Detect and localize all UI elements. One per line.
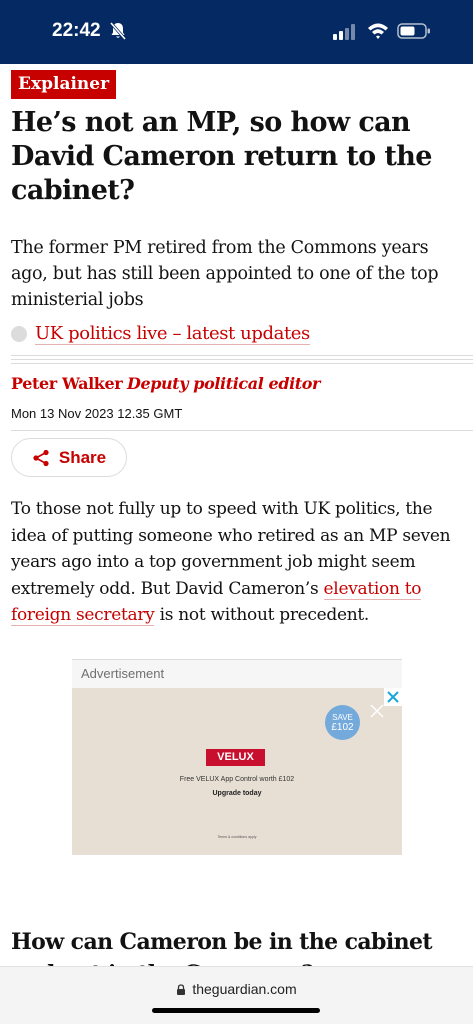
wifi-icon	[368, 23, 388, 39]
article-standfirst: The former PM retired from the Commons y…	[11, 238, 439, 310]
share-button[interactable]: Share	[11, 438, 127, 477]
author-role: Deputy political editor	[126, 374, 321, 393]
article-paragraph: To those not fully up to speed with UK p…	[11, 496, 466, 629]
ad-close-icon[interactable]	[384, 688, 402, 706]
ad-offer-text: Free VELUX App Control worth £102	[179, 776, 295, 783]
advertisement-header: Advertisement	[72, 659, 402, 688]
ad-cta-text[interactable]: Upgrade today	[72, 790, 402, 797]
section-divider	[11, 355, 473, 366]
ad-terms-text: Terms & conditions apply	[217, 835, 257, 839]
battery-icon	[397, 23, 430, 39]
share-label: Share	[58, 447, 107, 467]
live-updates-link[interactable]: UK politics live – latest updates	[11, 320, 431, 348]
live-dot-icon	[11, 326, 27, 342]
paragraph-text-end: is not without precedent.	[154, 605, 370, 625]
article-kicker: Explainer	[11, 70, 117, 99]
bell-slash-icon	[110, 22, 126, 40]
ad-save-badge: SAVE £102	[325, 705, 360, 740]
publish-date: Mon 13 Nov 2023 12.35 GMT	[11, 406, 183, 421]
browser-address-bar[interactable]: theguardian.com	[0, 966, 473, 1024]
lock-icon	[177, 984, 186, 995]
ad-dismiss-icon[interactable]	[370, 704, 384, 718]
home-indicator[interactable]	[152, 1008, 320, 1013]
meta-divider	[11, 430, 473, 431]
ad-badge-line1: SAVE	[332, 713, 353, 722]
url-row: theguardian.com	[0, 981, 473, 997]
url-text: theguardian.com	[192, 981, 297, 997]
live-updates-label: UK politics live – latest updates	[35, 323, 310, 345]
status-bar: 22:42	[0, 0, 473, 64]
share-icon	[33, 449, 49, 466]
article-subheading: How can Cameron be in the cabinet and no…	[11, 929, 433, 968]
advertisement-label: Advertisement	[81, 666, 165, 681]
status-time: 22:42	[52, 20, 101, 41]
byline: Peter Walker Deputy political editor	[11, 374, 466, 398]
author-name[interactable]: Peter Walker	[11, 374, 123, 393]
article-headline: He’s not an MP, so how can David Cameron…	[11, 107, 432, 206]
signal-icon	[333, 24, 355, 40]
ad-badge-line2: £102	[331, 722, 354, 733]
ad-brand-logo: VELUX	[206, 749, 265, 766]
